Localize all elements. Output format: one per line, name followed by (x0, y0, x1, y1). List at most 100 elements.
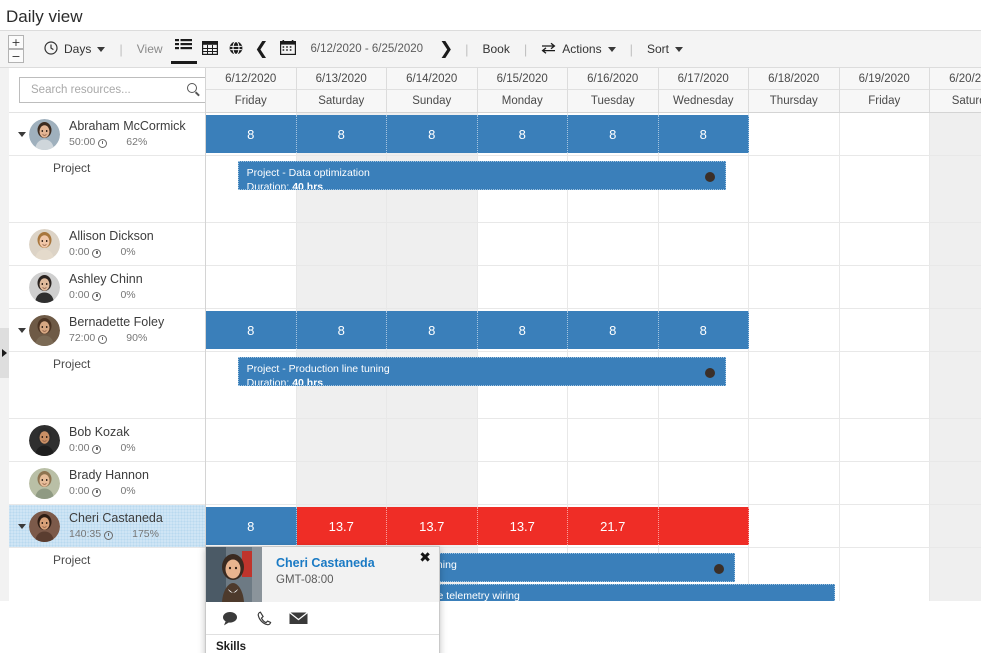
resource-hours: 140:35 (69, 527, 102, 540)
allocation-cell[interactable]: 8 (206, 115, 297, 153)
avatar (206, 547, 262, 602)
allocation-cell[interactable]: 8 (296, 115, 387, 153)
allocation-cell[interactable]: 13.7 (387, 507, 478, 545)
phone-icon[interactable] (257, 610, 272, 626)
toolbar-separator: | (119, 41, 123, 57)
grid-view-button[interactable] (197, 36, 223, 62)
timeline-header-date: 6/15/2020 (477, 68, 567, 90)
search-box[interactable] (19, 77, 205, 103)
expand-all-button[interactable]: + (8, 35, 24, 49)
resource-name: Allison Dickson (69, 229, 154, 244)
search-input[interactable] (29, 83, 187, 97)
resource-info: Bob Kozak 0:00 0% (69, 425, 136, 455)
swap-arrows-icon (541, 42, 556, 57)
allocation-cell[interactable]: 8 (206, 507, 297, 545)
resource-subrow-project[interactable]: Project (9, 352, 205, 419)
actions-label: Actions (562, 42, 602, 56)
list-view-button[interactable] (170, 35, 197, 64)
resource-utilization: 0% (120, 484, 136, 497)
clock-icon (92, 487, 102, 497)
clock-icon (98, 138, 108, 148)
allocation-cell[interactable]: 8 (387, 115, 478, 153)
resource-meta: 50:00 62% (69, 136, 186, 149)
list-view-icon (175, 38, 193, 55)
panel-splitter-handle[interactable] (0, 328, 9, 378)
timeline-column-background[interactable] (930, 113, 981, 601)
chevron-down-icon (18, 523, 26, 529)
resource-row[interactable]: Abraham McCormick 50:00 62% (9, 113, 205, 156)
chevron-down-icon[interactable] (674, 46, 683, 52)
resource-column: Abraham McCormick 50:00 62% Project Alli… (9, 68, 206, 601)
resource-row[interactable]: Ashley Chinn 0:00 0% (9, 266, 205, 309)
timeline-header-date: 6/16/2020 (568, 68, 658, 90)
allocation-cell[interactable]: 21.7 (568, 507, 659, 545)
collapse-all-button[interactable]: − (8, 49, 24, 63)
resource-info: Bernadette Foley 72:00 90% (69, 315, 164, 345)
close-icon[interactable]: ✖ (419, 551, 431, 565)
timeline-header-column: 6/18/2020 Thursday (749, 68, 840, 112)
resource-info: Allison Dickson 0:00 0% (69, 229, 154, 259)
allocation-cell[interactable]: 13.7 (296, 507, 387, 545)
timeline-header-date: 6/13/2020 (296, 68, 386, 90)
allocation-cell[interactable] (658, 507, 749, 545)
mail-icon[interactable] (289, 611, 308, 625)
allocation-cell[interactable]: 8 (568, 311, 659, 349)
chat-icon[interactable] (222, 611, 240, 626)
prev-period-button[interactable]: ❮ (249, 36, 275, 62)
actions-dropdown[interactable]: Actions (533, 34, 623, 64)
next-period-button[interactable]: ❯ (433, 36, 459, 62)
allocation-cell[interactable]: 8 (568, 115, 659, 153)
panel-splitter[interactable] (0, 68, 9, 601)
chevron-down-icon[interactable] (15, 327, 29, 333)
timeline-header-date: 6/18/2020 (749, 68, 839, 90)
allocation-cell[interactable]: 8 (658, 115, 749, 153)
resource-row[interactable]: Brady Hannon 0:00 0% (9, 462, 205, 505)
chevron-down-icon[interactable] (15, 131, 29, 137)
chevron-down-icon[interactable] (97, 46, 106, 52)
allocation-cell[interactable]: 8 (296, 311, 387, 349)
avatar (29, 271, 60, 303)
date-picker-button[interactable] (275, 36, 301, 62)
allocation-cell[interactable]: 8 (658, 311, 749, 349)
chevron-down-icon[interactable] (607, 46, 616, 52)
allocation-cell[interactable]: 13.7 (477, 507, 568, 545)
resource-row[interactable]: Bob Kozak 0:00 0% (9, 419, 205, 462)
timeline-header-weekday: Saturday (951, 95, 981, 107)
zoom-days-dropdown[interactable]: Days (36, 34, 113, 64)
resource-row[interactable]: Cheri Castaneda 140:35 175% (9, 505, 205, 548)
resource-row[interactable]: Allison Dickson 0:00 0% (9, 223, 205, 266)
allocation-cell[interactable]: 8 (477, 311, 568, 349)
globe-view-button[interactable] (223, 36, 249, 62)
allocation-cell[interactable]: 8 (387, 311, 478, 349)
timeline-column-background[interactable] (749, 113, 840, 601)
task-bar[interactable]: Project - Data optimization Duration: 40… (237, 161, 727, 190)
resource-subrow-project[interactable]: Project (9, 156, 205, 223)
date-range-label: 6/12/2020 - 6/25/2020 (310, 43, 424, 55)
expand-collapse-group[interactable]: + − (8, 34, 26, 64)
resource-name: Abraham McCormick (69, 119, 186, 134)
sort-dropdown[interactable]: Sort (639, 34, 691, 64)
timeline-header-date: 6/12/2020 (206, 68, 296, 90)
page-title: Daily view (6, 7, 83, 26)
chevron-down-icon (18, 327, 26, 333)
task-duration: Duration: 40 hrs (246, 181, 324, 190)
clock-icon (98, 334, 108, 344)
task-bar[interactable]: Project - Production line tuning Duratio… (237, 357, 727, 386)
resource-info: Ashley Chinn 0:00 0% (69, 272, 143, 302)
resource-info: Abraham McCormick 50:00 62% (69, 119, 186, 149)
resource-name: Brady Hannon (69, 468, 149, 483)
allocation-cell[interactable]: 8 (206, 311, 297, 349)
resource-subrow-project[interactable]: Project (9, 548, 205, 601)
zoom-level-label: Days (64, 42, 92, 56)
book-button[interactable]: Book (474, 34, 517, 64)
timeline-header-weekday: Monday (501, 95, 543, 107)
timeline-column-background[interactable] (840, 113, 930, 601)
allocation-cell[interactable]: 8 (477, 115, 568, 153)
task-title: Project - Data optimization (246, 167, 370, 179)
search-icon[interactable] (187, 83, 201, 97)
card-resource-name[interactable]: Cheri Castaneda (276, 556, 375, 570)
chevron-down-icon[interactable] (15, 523, 29, 529)
timeline-row-divider (206, 504, 981, 505)
timeline-header-column: 6/13/2020 Saturday (296, 68, 387, 112)
resource-row[interactable]: Bernadette Foley 72:00 90% (9, 309, 205, 352)
